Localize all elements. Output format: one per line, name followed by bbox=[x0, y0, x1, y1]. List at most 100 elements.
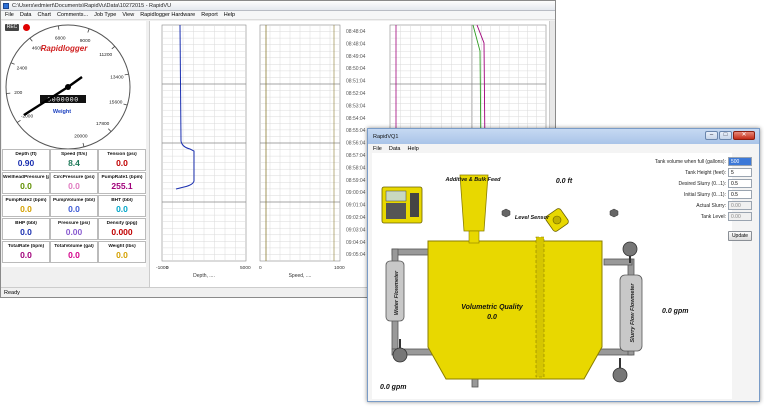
vq-menu-data[interactable]: Data bbox=[389, 146, 401, 152]
minimize-button[interactable]: – bbox=[705, 131, 718, 140]
dial-unit-label: Weight bbox=[53, 109, 71, 115]
close-button[interactable]: ✕ bbox=[733, 131, 755, 140]
reading-cell: Tension (psi) 0.0 bbox=[98, 149, 146, 171]
speed-axis-label: Speed, .... bbox=[289, 273, 312, 279]
desired-slurry-input[interactable]: 0.5 bbox=[728, 179, 752, 188]
maximize-button[interactable]: □ bbox=[719, 131, 732, 140]
update-button[interactable]: Update bbox=[728, 231, 752, 241]
dial-tick-label: 17800 bbox=[96, 121, 110, 127]
time-label: 09:00:04 bbox=[346, 190, 366, 196]
menu-data[interactable]: Data bbox=[20, 12, 32, 18]
dial-brand-label: Rapidlogger bbox=[41, 44, 89, 53]
vq-menu-file[interactable]: File bbox=[373, 146, 382, 152]
field-initial-slurry: Initial Slurry (0...1): 0.5 bbox=[618, 190, 756, 201]
reading-label: BHT (bbl) bbox=[111, 198, 133, 203]
rec-button[interactable]: REC bbox=[5, 24, 19, 31]
dial-tick-label: -2000 bbox=[21, 114, 34, 120]
reading-label: Density (ppg) bbox=[106, 221, 138, 226]
time-label: 09:05:04 bbox=[346, 252, 366, 258]
time-label: 08:50:04 bbox=[346, 66, 366, 72]
reading-label: Depth (ft) bbox=[15, 152, 37, 157]
reading-value: 0.0 bbox=[20, 250, 32, 260]
reading-value: 0.0 bbox=[116, 250, 128, 260]
time-label: 08:51:04 bbox=[346, 79, 366, 85]
reading-value: 0.0 bbox=[116, 158, 128, 168]
time-label: 08:49:04 bbox=[346, 54, 366, 60]
dial-tick-label: 2400 bbox=[17, 66, 28, 72]
vq-label: Volumetric Quality bbox=[461, 304, 524, 311]
tank-volume-label: Tank volume when full (gallons): bbox=[654, 159, 726, 165]
vq-window-title: RapidVQ1 bbox=[373, 133, 399, 140]
reading-value: 0.000 bbox=[111, 227, 133, 237]
time-label: 08:57:04 bbox=[346, 153, 366, 159]
readings-grid: Depth (ft) 0.90 Speed (ft/s) 8.4 Tension (ps… bbox=[2, 149, 146, 267]
tank-volume-input[interactable]: 500 bbox=[728, 157, 752, 166]
menu-view[interactable]: View bbox=[122, 12, 134, 18]
level-probe bbox=[535, 236, 545, 378]
reading-cell: Density (ppg) 0.000 bbox=[98, 218, 146, 240]
reading-label: Pressure (psi) bbox=[58, 221, 90, 226]
reading-label: PumpRate2 (bpm) bbox=[5, 198, 47, 203]
reading-cell: Depth (ft) 0.90 bbox=[2, 149, 50, 171]
tank-level-readout: 0.00 bbox=[728, 212, 752, 221]
depth-tick-label: 0 bbox=[166, 265, 169, 271]
tank-height-label: Tank Height (feet): bbox=[685, 170, 726, 176]
field-tank-level: Tank Level: 0.00 bbox=[618, 212, 756, 223]
time-label: 08:58:04 bbox=[346, 165, 366, 171]
weight-dial: -2000200240046006800 90001120013400156001… bbox=[5, 24, 131, 150]
time-label: 08:59:04 bbox=[346, 178, 366, 184]
reading-cell: BHT (bbl) 0.0 bbox=[98, 195, 146, 217]
water-flowmeter-label: Water Flowmeter bbox=[394, 270, 400, 315]
reading-label: BHP (bbl) bbox=[15, 221, 37, 226]
outlet-valve-icon[interactable] bbox=[612, 367, 628, 383]
menu-hardware[interactable]: Rapidlogger Hardware bbox=[140, 12, 195, 18]
menu-chart[interactable]: Chart bbox=[38, 12, 51, 18]
reading-cell: TotalVolume (gal) 0.0 bbox=[50, 241, 98, 263]
time-label: 09:02:04 bbox=[346, 215, 366, 221]
tank-height-input[interactable]: 5 bbox=[728, 168, 752, 177]
reading-label: TotalVolume (gal) bbox=[54, 244, 94, 249]
time-label: 08:55:04 bbox=[346, 128, 366, 134]
time-label: 08:48:04 bbox=[346, 29, 366, 35]
reading-value: 0.90 bbox=[17, 158, 35, 168]
water-valve-icon[interactable] bbox=[392, 347, 408, 363]
dial-tick-label: 20000 bbox=[74, 133, 88, 139]
reading-value: 0.0 bbox=[68, 250, 80, 260]
time-label: 09:03:04 bbox=[346, 227, 366, 233]
additive-hopper bbox=[459, 174, 489, 232]
vq-value: 0.0 bbox=[487, 314, 497, 321]
field-actual-slurry: Actual Slurry: 0.00 bbox=[618, 201, 756, 212]
record-indicator-icon[interactable] bbox=[23, 24, 30, 31]
dial-tick-label: 13400 bbox=[110, 75, 124, 81]
menu-job-type[interactable]: Job Type bbox=[94, 12, 116, 18]
menu-file[interactable]: File bbox=[5, 12, 14, 18]
vq-menu-help[interactable]: Help bbox=[408, 146, 419, 152]
dial-tick-label: 6800 bbox=[55, 36, 66, 42]
reading-value: 0.0 bbox=[68, 204, 80, 214]
vq-title-bar: RapidVQ1 – □ ✕ bbox=[368, 129, 759, 144]
actual-slurry-label: Actual Slurry: bbox=[696, 203, 726, 209]
speed-tick-label: 0 bbox=[259, 265, 262, 271]
reading-label: Weight (lbs) bbox=[108, 244, 136, 249]
reading-value: 0.0 bbox=[68, 181, 80, 191]
reading-cell: PumpRate2 (bpm) 0.0 bbox=[2, 195, 50, 217]
field-tank-height: Tank Height (feet): 5 bbox=[618, 168, 756, 179]
menu-report[interactable]: Report bbox=[201, 12, 218, 18]
menu-comments[interactable]: Comments... bbox=[57, 12, 88, 18]
initial-slurry-input[interactable]: 0.5 bbox=[728, 190, 752, 199]
field-tank-volume: Tank volume when full (gallons): 500 bbox=[618, 157, 756, 168]
reading-value: 255.1 bbox=[111, 181, 133, 191]
app-icon bbox=[3, 2, 9, 9]
reading-cell: PumpVolume (bbl) 0.0 bbox=[50, 195, 98, 217]
menu-help[interactable]: Help bbox=[224, 12, 235, 18]
main-title-bar: C:\Users\edmiert\Documents\RapidVu\Data\… bbox=[1, 1, 555, 11]
level-sensor-label: Level Sensor bbox=[515, 215, 550, 221]
slurry-rate-value: 0.0 gpm bbox=[662, 308, 688, 315]
level-value: 0.0 ft bbox=[556, 178, 573, 185]
rapidvq-window: RapidVQ1 – □ ✕ File Data Help Water Flow… bbox=[367, 128, 760, 402]
time-label: 09:04:04 bbox=[346, 240, 366, 246]
main-window-title: C:\Users\edmiert\Documents\RapidVu\Data\… bbox=[12, 2, 172, 9]
water-rate-value: 0.0 gpm bbox=[380, 384, 406, 391]
slurry-valve-icon[interactable] bbox=[622, 241, 638, 257]
reading-cell: Pressure (psi) 0.00 bbox=[50, 218, 98, 240]
